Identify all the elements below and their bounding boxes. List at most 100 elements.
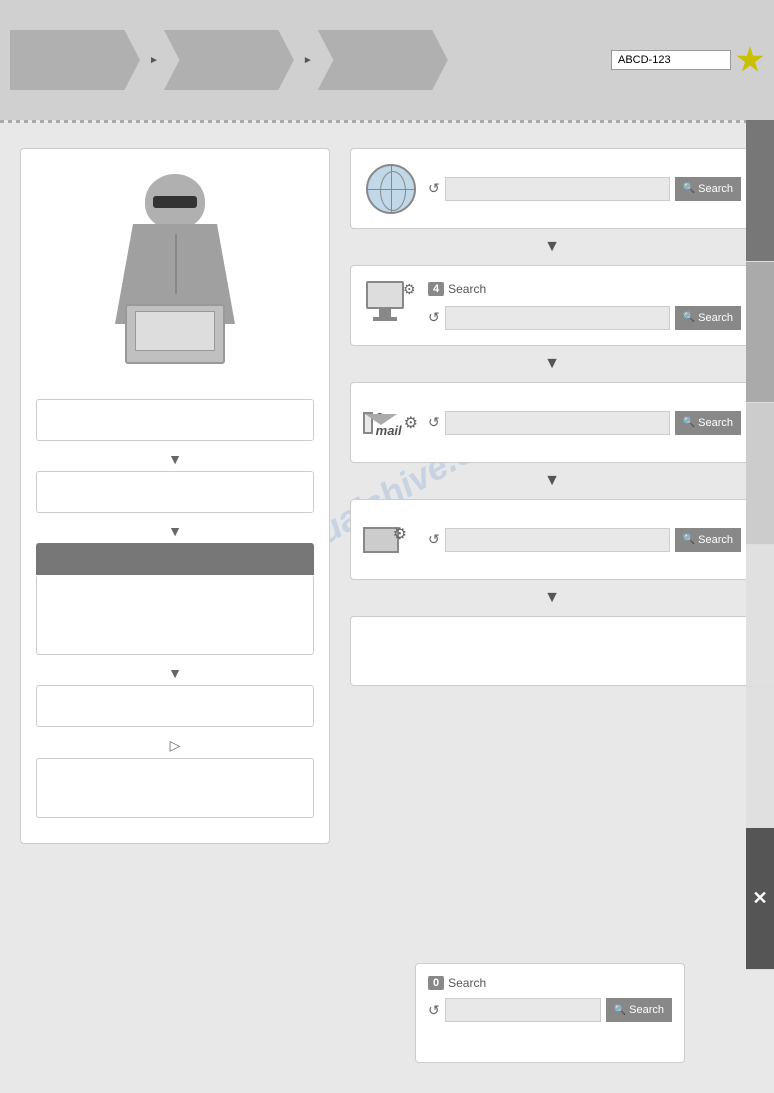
hacker-head: [145, 174, 205, 229]
form-textarea-1[interactable]: [36, 575, 314, 655]
hacker-figure: [60, 164, 290, 384]
search-card-computer: ⚙ 4 Search ↺ 🔍 Search: [350, 265, 754, 346]
input-box-2[interactable]: [36, 471, 314, 513]
dropdown-arrow-1[interactable]: ▼: [36, 451, 314, 467]
sidebar-x-button[interactable]: ✕: [746, 828, 774, 970]
bottom-search-count: 0: [428, 976, 444, 990]
envelope-search-input[interactable]: [445, 528, 670, 552]
computer-search-button[interactable]: 🔍 Search: [675, 306, 741, 330]
divider: [0, 120, 774, 123]
search-icon-5: 🔍: [614, 1005, 626, 1016]
email-search-input[interactable]: [445, 411, 670, 435]
bottom-search-row: ↺ 🔍 Search: [428, 998, 672, 1022]
main-content: manualshive.com ▼: [0, 138, 774, 854]
computer-search-text: Search: [448, 282, 486, 296]
computer-refresh-icon[interactable]: ↺: [428, 309, 440, 326]
sidebar-seg-1: [746, 120, 774, 262]
computer-search-count: 4: [428, 282, 444, 296]
computer-search-label: Search: [698, 312, 733, 324]
envelope-search-button[interactable]: 🔍 Search: [675, 528, 741, 552]
web-search-label: Search: [698, 183, 733, 195]
computer-gear-icon: ⚙: [403, 281, 416, 298]
left-panel: ▼ ▼ ▼ ▷: [20, 148, 330, 844]
bottom-refresh-icon[interactable]: ↺: [428, 1002, 440, 1019]
search-burst-icon[interactable]: [736, 46, 764, 74]
dropdown-arrow-4[interactable]: ▷: [36, 737, 314, 754]
nav-step-2[interactable]: [164, 30, 294, 90]
monitor-base: [373, 317, 397, 321]
envelope-refresh-icon[interactable]: ↺: [428, 531, 440, 548]
envelope-gear: ⚙: [393, 524, 407, 544]
nav-step-1[interactable]: [10, 30, 140, 90]
bottom-search-input[interactable]: [445, 998, 601, 1022]
bottom-label-row: 0 Search: [428, 976, 672, 990]
email-search-button[interactable]: 🔍 Search: [675, 411, 741, 435]
bottom-search-button[interactable]: 🔍 Search: [606, 998, 672, 1022]
search-icon-2: 🔍: [683, 312, 695, 323]
bottom-search-area: 0 Search ↺ 🔍 Search: [415, 963, 685, 1063]
search-icon: 🔍: [683, 183, 695, 194]
envelope-body-2: ⚙: [363, 527, 399, 553]
nav-step-3[interactable]: [318, 30, 448, 90]
nav-search-area: [611, 46, 764, 74]
web-search-button[interactable]: 🔍 Search: [675, 177, 741, 201]
input-box-1[interactable]: [36, 399, 314, 441]
envelope-body: [363, 412, 373, 434]
card-content-envelope: ↺ 🔍 Search: [428, 528, 741, 552]
nav-search-input[interactable]: [611, 50, 731, 70]
right-panel: ↺ 🔍 Search ▼ ⚙: [350, 148, 754, 844]
web-search-input[interactable]: [445, 177, 670, 201]
computer-label-row: 4 Search: [428, 282, 741, 296]
envelope-gear-icon: ⚙: [363, 512, 418, 567]
computer-search-input[interactable]: [445, 306, 670, 330]
search-icon-4: 🔍: [683, 534, 695, 545]
hacker-body: [85, 174, 265, 374]
search-card-empty: [350, 616, 754, 686]
search-card-web: ↺ 🔍 Search: [350, 148, 754, 229]
sidebar-seg-2: [746, 262, 774, 404]
laptop-screen: [135, 311, 215, 351]
sidebar-seg-3: [746, 403, 774, 545]
search-icon-3: 🔍: [683, 417, 695, 428]
nav-arrow-2: ►: [303, 55, 313, 66]
dropdown-arrow-2[interactable]: ▼: [36, 523, 314, 539]
sidebar-seg-4: [746, 545, 774, 687]
envelope-search-row: ↺ 🔍 Search: [428, 528, 741, 552]
web-search-row: ↺ 🔍 Search: [428, 177, 741, 201]
email-refresh-icon[interactable]: ↺: [428, 414, 440, 431]
web-refresh-icon[interactable]: ↺: [428, 180, 440, 197]
right-sidebar: ✕: [746, 120, 774, 970]
top-navigation: ► ►: [0, 0, 774, 120]
email-icon: e-mail ⚙: [363, 395, 418, 450]
computer-icon: ⚙: [363, 278, 418, 333]
monitor-body: [366, 281, 404, 309]
computer-search-row: ↺ 🔍 Search: [428, 306, 741, 330]
dropdown-arrow-3[interactable]: ▼: [36, 665, 314, 681]
arrow-between-3-4: ▼: [350, 468, 754, 494]
nav-step-shape-1: [10, 30, 140, 90]
arrow-between-4-5: ▼: [350, 585, 754, 611]
form-field-2: [36, 471, 314, 513]
search-card-envelope: ⚙ ↺ 🔍 Search: [350, 499, 754, 580]
bottom-search-label: Search: [629, 1004, 664, 1016]
sidebar-seg-5: [746, 687, 774, 829]
suit-line: [175, 234, 177, 294]
email-search-row: ↺ 🔍 Search: [428, 411, 741, 435]
globe-icon: [363, 161, 418, 216]
form-field-3: [36, 685, 314, 727]
hacker-glasses: [153, 196, 197, 208]
form-field-1: [36, 399, 314, 441]
nav-arrow-1: ►: [149, 55, 159, 66]
form-field-4: [36, 758, 314, 818]
hacker-laptop: [125, 304, 225, 364]
arrow-between-2-3: ▼: [350, 351, 754, 377]
email-gear-icon: ⚙: [404, 413, 418, 433]
arrow-between-1-2: ▼: [350, 234, 754, 260]
card-content-computer: 4 Search ↺ 🔍 Search: [428, 282, 741, 330]
card-content-email: ↺ 🔍 Search: [428, 411, 741, 435]
input-box-4[interactable]: [36, 758, 314, 818]
envelope-search-label: Search: [698, 534, 733, 546]
input-box-3[interactable]: [36, 685, 314, 727]
nav-step-shape-2: [164, 30, 294, 90]
monitor-stand: [379, 309, 391, 317]
